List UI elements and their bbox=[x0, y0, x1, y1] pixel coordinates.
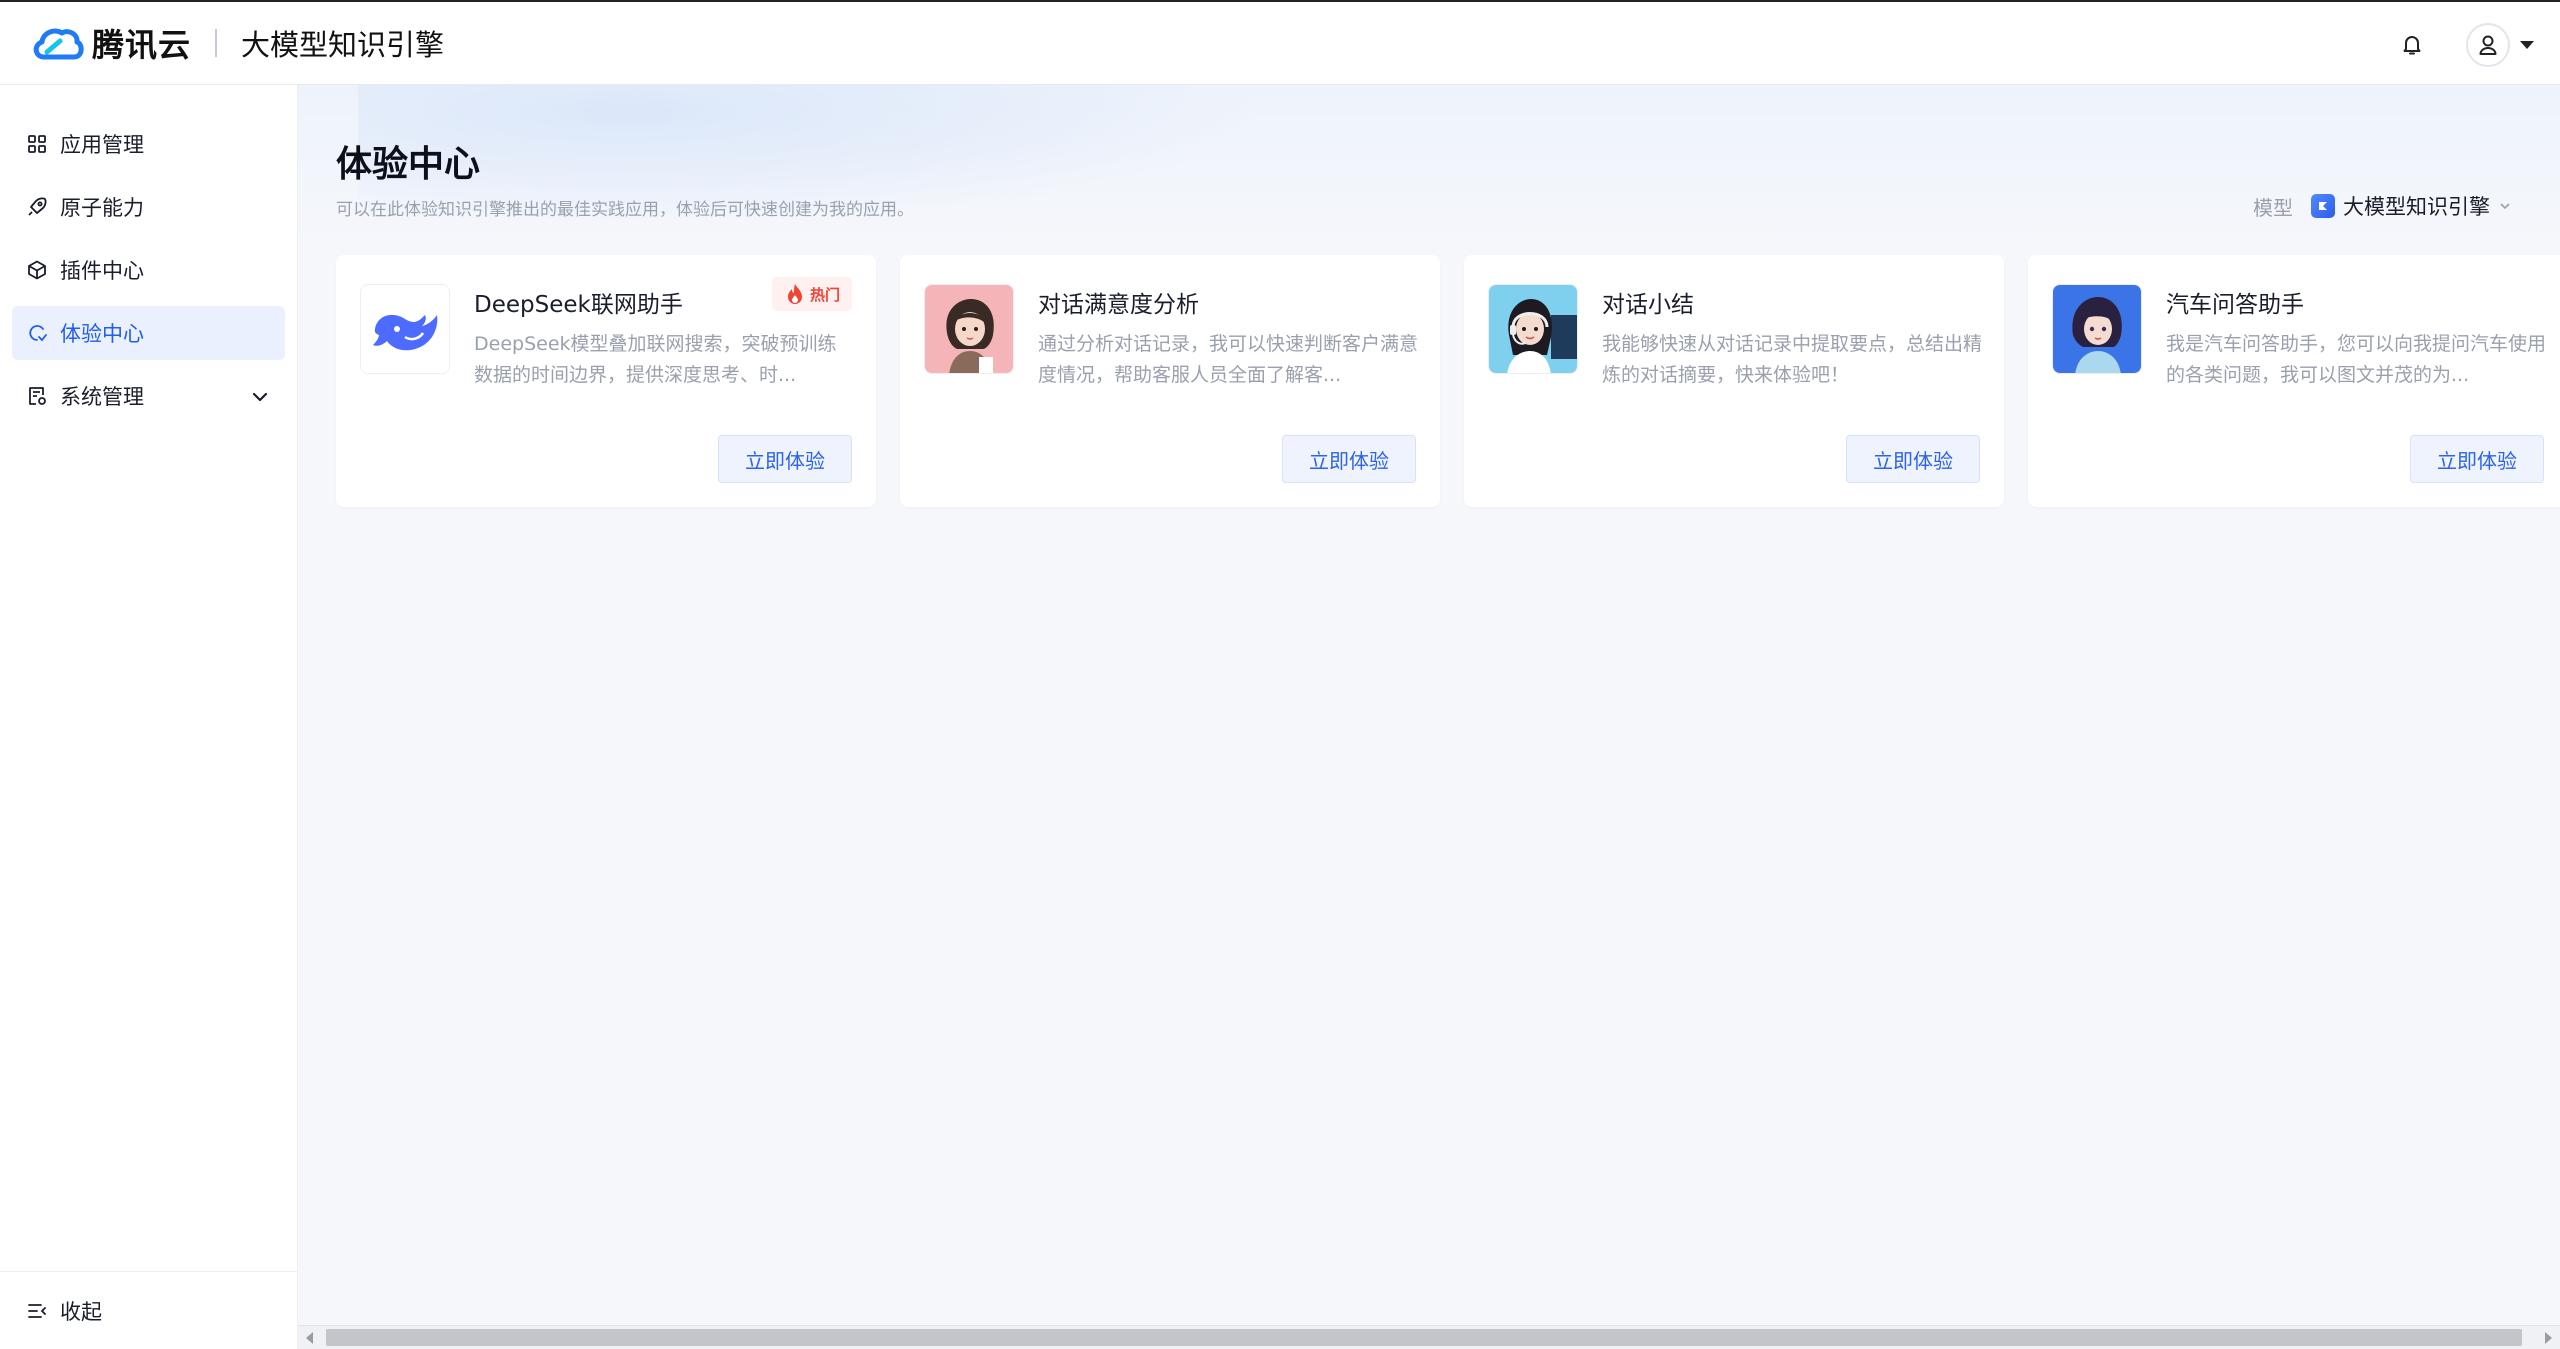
card-title: DeepSeek联网助手 bbox=[474, 292, 683, 318]
sidebar-item-app-management[interactable]: 应用管理 bbox=[12, 117, 285, 171]
top-header: 腾讯云 大模型知识引擎 bbox=[0, 0, 2560, 85]
try-now-button[interactable]: 立即体验 bbox=[718, 435, 852, 483]
horizontal-scrollbar[interactable] bbox=[298, 1325, 2560, 1349]
page-title: 体验中心 bbox=[336, 144, 481, 185]
scroll-left-arrow-icon[interactable] bbox=[306, 1332, 313, 1344]
scrollbar-thumb[interactable] bbox=[326, 1329, 2522, 1346]
experience-card[interactable]: 汽车问答助手 我是汽车问答助手，您可以向我提问汽车使用的各类问题，我可以图文并茂… bbox=[2028, 255, 2560, 507]
model-label: 模型 bbox=[2253, 195, 2293, 220]
experience-card[interactable]: 对话小结 我能够快速从对话记录中提取要点，总结出精炼的对话摘要，快来体验吧！ 立… bbox=[1464, 255, 2004, 507]
user-avatar-icon bbox=[2466, 22, 2510, 67]
hot-badge: 热门 bbox=[772, 277, 852, 311]
card-description: 我是汽车问答助手，您可以向我提问汽车使用的各类问题，我可以图文并茂的为... bbox=[2166, 333, 2546, 386]
settings-doc-icon bbox=[26, 385, 48, 407]
sidebar-item-system-management[interactable]: 系统管理 bbox=[12, 369, 285, 423]
card-description: DeepSeek模型叠加联网搜索，突破预训练数据的时间边界，提供深度思考、时..… bbox=[474, 333, 837, 386]
sidebar-item-label: 体验中心 bbox=[60, 322, 144, 346]
sidebar-item-plugin-center[interactable]: 插件中心 bbox=[12, 243, 285, 297]
sidebar-item-atomic-ability[interactable]: 原子能力 bbox=[12, 180, 285, 234]
caret-down-icon bbox=[2520, 40, 2534, 49]
headset-agent-avatar-icon bbox=[1488, 284, 1578, 374]
card-title: 对话小结 bbox=[1602, 292, 1694, 318]
try-now-button[interactable]: 立即体验 bbox=[1282, 435, 1416, 483]
chevron-down-icon bbox=[251, 387, 269, 405]
model-selector-row: 模型 大模型知识引擎 bbox=[2253, 191, 2512, 221]
product-name: 大模型知识引擎 bbox=[241, 28, 445, 62]
scroll-right-arrow-icon[interactable] bbox=[2545, 1332, 2552, 1344]
cloud-logo-icon bbox=[33, 28, 84, 60]
tencent-cloud-logo[interactable]: 腾讯云 bbox=[30, 20, 191, 66]
model-logo-icon bbox=[2311, 194, 2335, 218]
collapse-label: 收起 bbox=[60, 1299, 102, 1324]
card-description: 我能够快速从对话记录中提取要点，总结出精炼的对话摘要，快来体验吧！ bbox=[1602, 333, 1982, 386]
notification-bell-icon[interactable] bbox=[2392, 25, 2432, 65]
collapse-sidebar-button[interactable]: 收起 bbox=[0, 1271, 298, 1349]
try-now-button[interactable]: 立即体验 bbox=[1846, 435, 1980, 483]
experience-card-list: DeepSeek联网助手 热门 DeepSeek模型叠加联网搜索，突破预训练数据… bbox=[336, 255, 2560, 507]
try-now-button[interactable]: 立即体验 bbox=[2410, 435, 2544, 483]
sidebar: 应用管理 原子能力 插件中心 体验中心 系统管理 收起 bbox=[0, 85, 298, 1349]
rocket-icon bbox=[26, 196, 48, 218]
model-select[interactable]: 大模型知识引擎 bbox=[2311, 191, 2512, 221]
header-divider bbox=[215, 29, 218, 57]
experience-card[interactable]: DeepSeek联网助手 热门 DeepSeek模型叠加联网搜索，突破预训练数据… bbox=[336, 255, 876, 507]
hot-badge-label: 热门 bbox=[809, 285, 840, 304]
model-value: 大模型知识引擎 bbox=[2343, 195, 2490, 219]
brand-name: 腾讯云 bbox=[92, 26, 192, 64]
user-menu[interactable] bbox=[2466, 22, 2534, 67]
main-content: 体验中心 可以在此体验知识引擎推出的最佳实践应用，体验后可快速创建为我的应用。 … bbox=[298, 85, 2560, 1325]
sidebar-item-label: 系统管理 bbox=[60, 385, 144, 409]
sidebar-item-label: 应用管理 bbox=[60, 133, 144, 157]
card-title: 对话满意度分析 bbox=[1038, 292, 1199, 318]
card-title: 汽车问答助手 bbox=[2166, 292, 2304, 318]
cube-icon bbox=[26, 259, 48, 281]
grid-icon bbox=[26, 133, 48, 155]
page-description: 可以在此体验知识引擎推出的最佳实践应用，体验后可快速创建为我的应用。 bbox=[336, 200, 914, 220]
girl-avatar-pink-icon bbox=[924, 284, 1014, 374]
experience-card[interactable]: 对话满意度分析 通过分析对话记录，我可以快速判断客户满意度情况，帮助客服人员全面… bbox=[900, 255, 1440, 507]
chevron-down-icon bbox=[2500, 203, 2510, 210]
sidebar-item-label: 插件中心 bbox=[60, 259, 144, 283]
fire-icon bbox=[787, 284, 802, 304]
girl-avatar-blue-icon bbox=[2052, 284, 2142, 374]
card-description: 通过分析对话记录，我可以快速判断客户满意度情况，帮助客服人员全面了解客... bbox=[1038, 333, 1418, 386]
sidebar-item-label: 原子能力 bbox=[60, 196, 144, 220]
sidebar-item-experience-center[interactable]: 体验中心 bbox=[12, 306, 285, 360]
deepseek-whale-logo-icon bbox=[360, 284, 450, 374]
collapse-icon bbox=[26, 1300, 48, 1322]
experience-icon bbox=[26, 322, 48, 344]
